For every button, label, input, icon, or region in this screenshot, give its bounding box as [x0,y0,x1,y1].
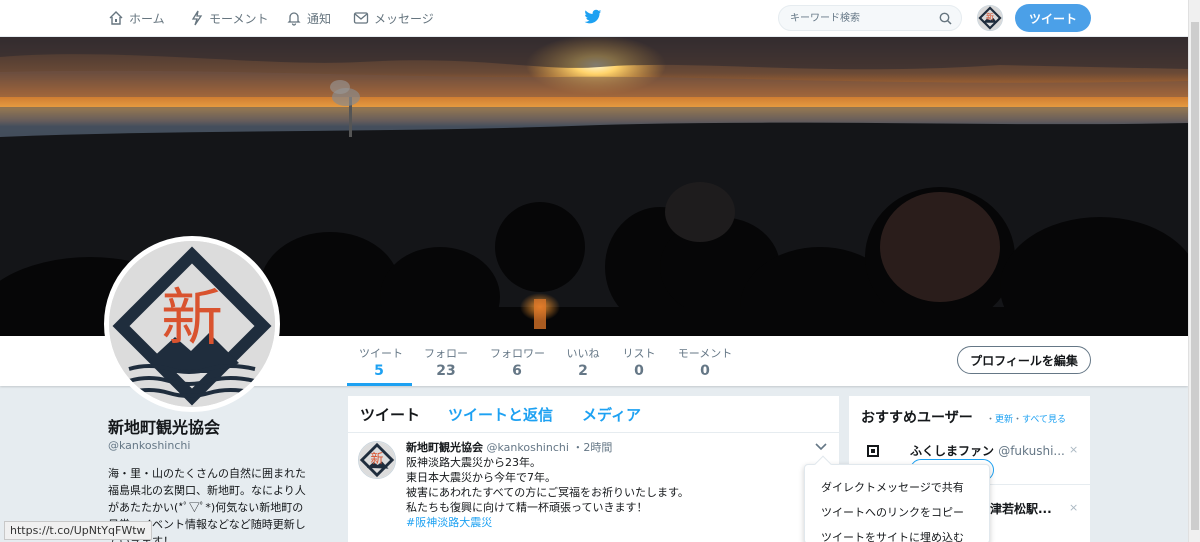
scrollbar-thumb[interactable] [1191,22,1199,530]
stat-tweets-value: 5 [374,363,384,379]
nav-home[interactable]: ホーム [108,0,165,36]
bell-icon [287,12,301,26]
compose-tweet-button[interactable]: ツイート [1015,4,1091,32]
timeline: ツイート ツイートと返信 メディア 新 新地町観光協会 @kankoshinch… [348,396,839,542]
tweet-separator: ・ [572,441,584,454]
user-avatar-icon[interactable] [867,445,879,457]
stat-likes-value: 2 [578,363,588,379]
avatar-logo-icon: 新 [359,442,395,478]
links-separator: ・ [1013,415,1023,425]
home-icon [109,11,123,25]
active-tab-underline [347,383,412,386]
recommended-user-name[interactable]: 津若松駅... [990,500,1052,517]
stat-lists[interactable]: リスト 0 [622,345,656,379]
recommended-user-name[interactable]: ふくしまファン @fukushi... [910,442,1065,459]
timeline-tabs: ツイート ツイートと返信 メディア [348,396,839,433]
tweet-text: 阪神淡路大震災から23年。 東日本大震災から今年で7年。 被害にあわれたすべての… [406,455,689,530]
profile-handle: @kankoshinchi [108,439,191,452]
nav-notifications[interactable]: 通知 [286,0,331,36]
tweet-line: 東日本大震災から今年で7年。 [406,471,556,484]
bio-line: 福島県北の玄関口、新地町。なにより人 [108,484,306,497]
dropdown-item-embed[interactable]: ツイートをサイトに埋め込む [805,525,989,542]
stat-likes[interactable]: いいね 2 [566,345,600,379]
tweet-author-handle[interactable]: @kankoshinchi [487,441,569,454]
svg-text:新: 新 [986,11,994,21]
lightning-icon [191,10,203,26]
tweet-header: 新地町観光協会 @kankoshinchi ・2時間 [406,439,612,455]
stat-followers-label: フォロワー [490,347,545,360]
tweet-line: 私たちも復興に向けて精一杯頑張っていきます！ [406,501,648,514]
tweet-line: 被害にあわれたすべての方にご冥福をお祈りいたします。 [406,486,689,499]
bio-line: があたたかい(*ﾟ▽ﾟ*)何気ない新地町の [108,501,304,514]
stat-followers[interactable]: フォロワー 6 [490,345,545,379]
stat-tweets-label: ツイート [359,347,403,360]
bio-line: 海・里・山のたくさんの自然に囲まれた [108,467,306,480]
nav-messages[interactable]: メッセージ [353,0,434,36]
stat-lists-value: 0 [634,363,644,379]
tab-tweets[interactable]: ツイート [360,404,420,425]
tab-tweets-and-replies[interactable]: ツイートと返信 [448,404,553,425]
search-icon[interactable] [939,12,952,25]
tweet-avatar[interactable]: 新 [358,441,396,479]
stat-tweets[interactable]: ツイート 5 [359,345,403,379]
refresh-link[interactable]: 更新 [995,415,1013,425]
stat-lists-label: リスト [622,347,656,360]
tweet-actions-dropdown: ダイレクトメッセージで共有 ツイートへのリンクをコピー ツイートをサイトに埋め込… [804,455,990,542]
avatar-logo-icon: 新 [109,241,275,407]
stat-following-value: 23 [436,363,456,379]
stat-moments-value: 0 [700,363,710,379]
tweet-author-name[interactable]: 新地町観光協会 [406,441,483,454]
tab-media[interactable]: メディア [582,404,641,425]
tweet-hashtag[interactable]: #阪神淡路大震災 [406,515,689,530]
close-icon[interactable]: × [1069,443,1078,456]
envelope-icon [353,12,369,24]
nav-moments[interactable]: モーメント [190,0,269,36]
close-icon[interactable]: × [1069,501,1078,514]
avatar-logo-icon: 新 [978,6,1002,30]
stat-likes-label: いいね [566,347,600,360]
tweet-time[interactable]: 2時間 [583,441,612,454]
stat-following-label: フォロー [424,347,468,360]
nav-notifications-label: 通知 [307,11,332,26]
search-input[interactable] [779,6,929,31]
profile-avatar[interactable]: 新 [104,236,280,412]
stat-following[interactable]: フォロー 23 [424,345,468,379]
avatar-glyph: 新 [161,281,223,354]
stat-moments-label: モーメント [677,347,733,360]
dropdown-item-share-dm[interactable]: ダイレクトメッセージで共有 [805,475,989,500]
status-bar-url: https://t.co/UpNtYqFWtw [4,521,152,540]
stat-moments[interactable]: モーメント 0 [677,345,733,379]
nav-moments-label: モーメント [209,11,269,26]
scrollbar[interactable] [1188,0,1200,542]
tweet-line: 阪神淡路大震災から23年。 [406,456,541,469]
nav-avatar[interactable]: 新 [977,5,1003,31]
profile-name: 新地町観光協会 [108,418,221,437]
dropdown-item-copy-link[interactable]: ツイートへのリンクをコピー [805,500,989,525]
stat-followers-value: 6 [512,363,522,379]
svg-text:新: 新 [371,451,384,467]
nav-home-label: ホーム [129,11,165,26]
who-to-follow-links: ・更新・すべて見る [986,412,1066,425]
edit-profile-button[interactable]: プロフィールを編集 [957,346,1091,374]
who-to-follow-title: おすすめユーザー [861,410,973,426]
top-nav: ホーム モーメント 通知 メッセージ 新 ツイート [0,0,1188,37]
links-separator: ・ [986,415,996,425]
chevron-down-icon[interactable] [814,442,828,452]
view-all-link[interactable]: すべて見る [1022,415,1066,425]
nav-messages-label: メッセージ [374,11,434,26]
search-box [778,5,962,31]
twitter-bird-icon[interactable] [584,9,602,25]
